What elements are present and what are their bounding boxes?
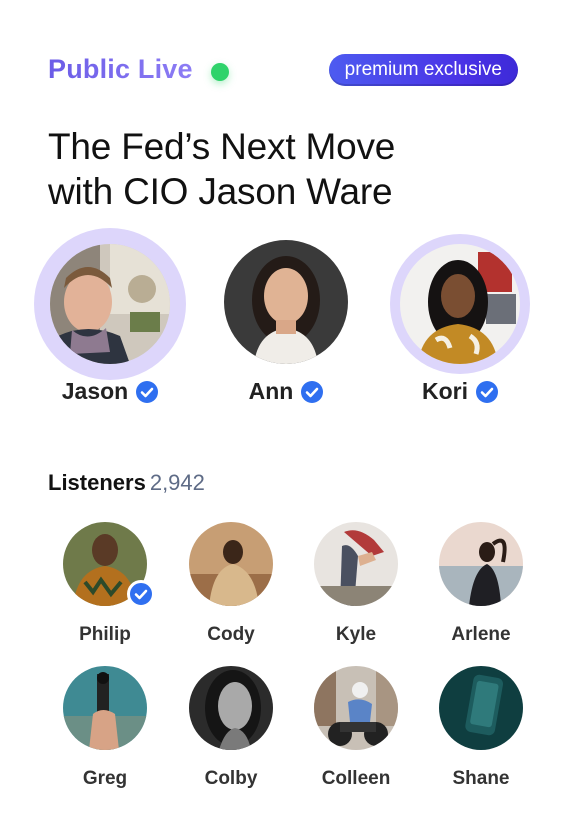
speaker-name: Jason	[61, 378, 129, 404]
avatar	[439, 666, 523, 750]
avatar	[189, 666, 273, 750]
listener-name: Philip	[79, 624, 131, 645]
avatar	[63, 666, 147, 750]
live-status-label: Public Live	[48, 54, 193, 84]
avatar	[314, 666, 398, 750]
listeners-header: Listeners 2,942	[48, 470, 205, 496]
avatar	[439, 522, 523, 606]
listeners-label: Listeners	[48, 470, 146, 495]
verified-icon	[127, 580, 155, 608]
speakers-row: Jason Ann Kori	[0, 228, 586, 418]
avatar	[314, 522, 398, 606]
room-header: Public Live premium exclusive	[48, 52, 518, 92]
listener-name: Greg	[82, 768, 128, 789]
verified-icon	[136, 380, 159, 403]
avatar	[400, 244, 520, 364]
room-title: The Fed’s Next Move with CIO Jason Ware	[48, 124, 548, 214]
verified-icon	[476, 380, 498, 403]
speaker-name-row: Ann	[222, 378, 350, 405]
speaker-name: Kori	[422, 378, 468, 404]
room-title-line2: with CIO Jason Ware	[48, 171, 393, 212]
listener-name: Colby	[204, 768, 258, 789]
speaker-jason[interactable]: Jason	[34, 228, 186, 410]
premium-exclusive-badge[interactable]: premium exclusive	[328, 54, 518, 86]
verified-icon	[301, 380, 324, 403]
speaker-ann[interactable]: Ann	[222, 240, 350, 410]
listener-name: Cody	[207, 624, 255, 645]
listeners-count: 2,942	[149, 470, 205, 495]
live-indicator-dot	[211, 63, 229, 81]
listener-name: Kyle	[335, 624, 377, 645]
avatar	[224, 240, 348, 364]
speaker-kori[interactable]: Kori	[390, 234, 530, 410]
listener-name: Shane	[452, 768, 510, 789]
avatar	[189, 522, 273, 606]
listener-name: Colleen	[321, 768, 391, 789]
avatar	[50, 244, 170, 364]
room-title-line1: The Fed’s Next Move	[48, 126, 396, 167]
speaker-name: Ann	[248, 378, 294, 404]
listener-name: Arlene	[451, 624, 511, 645]
speaker-name-row: Kori	[390, 378, 530, 405]
speaker-name-row: Jason	[34, 378, 186, 405]
